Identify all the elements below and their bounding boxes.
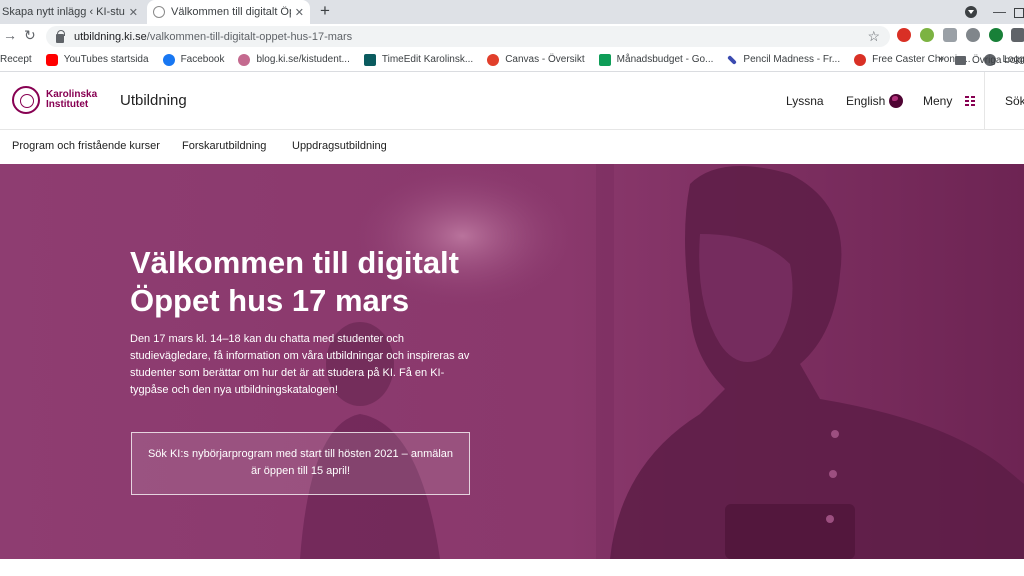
bookmark-label: TimeEdit Karolinsk... — [381, 54, 474, 65]
facebook-icon — [162, 53, 175, 66]
maximize-button[interactable] — [1014, 8, 1024, 18]
bookmark-canvas[interactable]: Canvas - Översikt — [487, 53, 585, 66]
bookmark-label: Canvas - Översikt — [505, 54, 585, 65]
apply-programs-label: Sök KI:s nybörjarprogram med start till … — [147, 448, 454, 477]
bookmark-label: Månadsbudget - Go... — [616, 54, 714, 65]
hero-title-line-2: Öppet hus 17 mars — [130, 283, 410, 318]
site-header: Karolinska Institutet Utbildning Lyssna … — [0, 72, 1024, 130]
sub-navigation: Program och fristående kurser Forskarutb… — [0, 130, 1024, 164]
extension-icon[interactable] — [966, 28, 980, 42]
hero-banner: Välkommen till digitalt Öppet hus 17 mar… — [0, 164, 1024, 559]
bookmark-label: YouTubes startsida — [63, 54, 149, 65]
reload-icon[interactable]: ↻ — [24, 27, 36, 44]
ki-blog-icon — [238, 53, 251, 66]
caster-icon — [854, 53, 867, 66]
hero-title-line-1: Välkommen till digitalt — [130, 245, 459, 280]
url-path: /valkommen-till-digitalt-oppet-hus-17-ma… — [146, 30, 353, 43]
apply-programs-button[interactable]: Sök KI:s nybörjarprogram med start till … — [131, 432, 470, 495]
extension-icon[interactable] — [920, 28, 934, 42]
ki-seal-icon — [12, 86, 40, 114]
bookmark-star-icon[interactable]: ☆ — [867, 28, 880, 45]
browser-toolbar: → ↻ utbildning.ki.se /valkommen-till-dig… — [0, 24, 1024, 48]
section-title[interactable]: Utbildning — [120, 92, 187, 109]
header-divider — [984, 72, 985, 130]
youtube-icon — [45, 53, 58, 66]
extension-icon[interactable] — [897, 28, 911, 42]
tab-search-icon[interactable] — [965, 6, 977, 18]
bookmark-manadsbudget[interactable]: Månadsbudget - Go... — [598, 53, 714, 66]
bookmark-label: Pencil Madness - Fr... — [743, 54, 841, 65]
bookmark-label: Facebook — [180, 54, 225, 65]
bookmark-recept[interactable]: Recept — [0, 54, 32, 65]
listen-link[interactable]: Lyssna — [786, 94, 824, 108]
new-tab-button[interactable]: + — [320, 2, 330, 20]
bookmark-youtube[interactable]: YouTubes startsida — [45, 53, 149, 66]
bookmark-ki-blog[interactable]: blog.ki.se/kistudent... — [238, 53, 350, 66]
subnav-uppdragsutbildning[interactable]: Uppdragsutbildning — [292, 140, 387, 152]
bookmark-pencil-madness[interactable]: Pencil Madness - Fr... — [727, 54, 840, 65]
canvas-icon — [487, 53, 500, 66]
ki-logo[interactable]: Karolinska Institutet — [12, 86, 97, 114]
timeedit-icon — [363, 53, 376, 66]
globe-icon[interactable] — [889, 94, 903, 108]
hero-title: Välkommen till digitalt Öppet hus 17 mar… — [130, 244, 650, 320]
bookmarks-bar: Recept YouTubes startsida Facebook blog.… — [0, 48, 1024, 72]
other-bookmarks-label: Övriga bokmärken — [972, 54, 1024, 66]
bookmark-timeedit[interactable]: TimeEdit Karolinsk... — [363, 53, 474, 66]
menu-grid-icon[interactable] — [965, 96, 975, 106]
bookmark-label: Recept — [0, 54, 32, 65]
tab-title: Välkommen till digitalt Öppet hus — [171, 6, 291, 18]
tab-oppet-hus[interactable]: Välkommen till digitalt Öppet hus ✕ — [147, 0, 310, 24]
logo-line-2: Institutet — [46, 99, 89, 110]
browser-tab-bar: Skapa nytt inlägg ‹ KI-studenten ✕ Välko… — [0, 0, 1024, 24]
minimize-button[interactable]: — — [993, 4, 1006, 19]
ki-favicon-icon — [153, 6, 165, 18]
menu-button[interactable]: Meny — [923, 94, 952, 108]
close-tab-icon[interactable]: ✕ — [295, 6, 304, 19]
sheets-icon — [598, 53, 611, 66]
extension-icon[interactable] — [943, 28, 957, 42]
bookmark-free-caster[interactable]: Free Caster Chronic... — [854, 53, 970, 66]
extensions-puzzle-icon[interactable] — [1011, 28, 1024, 42]
pencil-icon — [727, 54, 738, 65]
bookmark-facebook[interactable]: Facebook — [162, 53, 225, 66]
ki-wordmark: Karolinska Institutet — [46, 90, 97, 110]
lock-icon[interactable] — [56, 29, 65, 43]
english-link[interactable]: English — [846, 94, 885, 108]
tab-ki-studenten[interactable]: Skapa nytt inlägg ‹ KI-studenten ✕ — [0, 0, 144, 24]
subnav-program-kurser[interactable]: Program och fristående kurser — [12, 140, 160, 152]
bookmarks-overflow-button[interactable]: » — [938, 53, 944, 65]
page-content-below-hero — [0, 559, 1024, 576]
search-button[interactable]: Sök — [1005, 94, 1024, 108]
subnav-forskarutbildning[interactable]: Forskarutbildning — [182, 140, 266, 152]
extension-icon[interactable] — [989, 28, 1003, 42]
other-bookmarks-folder[interactable]: Övriga bokmärken — [955, 48, 1024, 72]
forward-icon[interactable]: → — [3, 27, 17, 43]
folder-icon — [955, 55, 966, 65]
address-bar[interactable]: utbildning.ki.se /valkommen-till-digital… — [46, 26, 890, 47]
tab-title: Skapa nytt inlägg ‹ KI-studenten — [2, 6, 125, 18]
bookmark-label: blog.ki.se/kistudent... — [256, 54, 350, 65]
close-tab-icon[interactable]: ✕ — [129, 6, 138, 19]
url-domain: utbildning.ki.se — [74, 30, 147, 43]
hero-description: Den 17 mars kl. 14–18 kan du chatta med … — [130, 333, 470, 396]
